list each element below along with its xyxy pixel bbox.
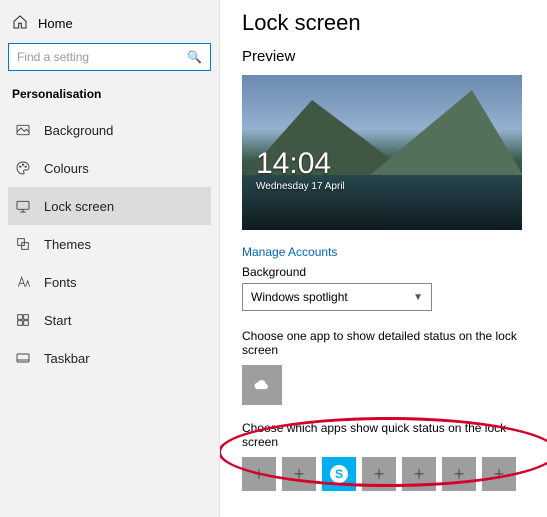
manage-accounts-link[interactable]: Manage Accounts	[242, 245, 337, 259]
quick-status-description: Choose which apps show quick status on t…	[242, 421, 529, 449]
main-panel: Lock screen Preview 14:04 Wednesday 17 A…	[220, 0, 547, 517]
themes-icon	[14, 235, 32, 253]
quick-status-slot-add[interactable]: +	[482, 457, 516, 491]
quick-status-slot-add[interactable]: +	[362, 457, 396, 491]
preview-heading: Preview	[242, 48, 529, 65]
plus-icon: +	[254, 464, 265, 485]
preview-date: Wednesday 17 April	[256, 181, 345, 192]
sidebar-item-taskbar[interactable]: Taskbar	[8, 339, 211, 377]
quick-status-slot-add[interactable]: +	[282, 457, 316, 491]
preview-clock: 14:04 Wednesday 17 April	[256, 147, 345, 192]
sidebar-item-label: Background	[44, 123, 113, 138]
taskbar-icon	[14, 349, 32, 367]
plus-icon: +	[374, 464, 385, 485]
quick-status-row: + + S + + + +	[242, 457, 529, 491]
quick-status-slot-skype[interactable]: S	[322, 457, 356, 491]
detailed-status-app-tile[interactable]	[242, 365, 282, 405]
page-title: Lock screen	[242, 10, 529, 36]
plus-icon: +	[294, 464, 305, 485]
quick-status-slot-add[interactable]: +	[242, 457, 276, 491]
chevron-down-icon: ▼	[413, 292, 423, 303]
search-input[interactable]	[17, 50, 187, 64]
start-icon	[14, 311, 32, 329]
sidebar-item-start[interactable]: Start	[8, 301, 211, 339]
section-title: Personalisation	[8, 83, 211, 111]
home-icon	[12, 14, 28, 33]
search-icon: 🔍	[187, 50, 202, 64]
background-field-label: Background	[242, 265, 529, 279]
detailed-status-description: Choose one app to show detailed status o…	[242, 329, 529, 357]
sidebar-item-lock-screen[interactable]: Lock screen	[8, 187, 211, 225]
quick-status-slot-add[interactable]: +	[442, 457, 476, 491]
skype-icon: S	[330, 465, 348, 483]
sidebar-item-background[interactable]: Background	[8, 111, 211, 149]
background-dropdown[interactable]: Windows spotlight ▼	[242, 283, 432, 311]
sidebar-item-label: Lock screen	[44, 199, 114, 214]
sidebar-item-label: Themes	[44, 237, 91, 252]
background-dropdown-value: Windows spotlight	[251, 290, 348, 304]
plus-icon: +	[494, 464, 505, 485]
plus-icon: +	[414, 464, 425, 485]
fonts-icon	[14, 273, 32, 291]
colours-icon	[14, 159, 32, 177]
sidebar-item-themes[interactable]: Themes	[8, 225, 211, 263]
settings-sidebar: Home 🔍 Personalisation Background Colour…	[0, 0, 220, 517]
sidebar-item-label: Fonts	[44, 275, 77, 290]
lock-screen-icon	[14, 197, 32, 215]
home-button[interactable]: Home	[8, 8, 211, 43]
preview-time: 14:04	[256, 147, 345, 181]
weather-icon	[252, 375, 272, 395]
quick-status-slot-add[interactable]: +	[402, 457, 436, 491]
sidebar-item-fonts[interactable]: Fonts	[8, 263, 211, 301]
plus-icon: +	[454, 464, 465, 485]
background-icon	[14, 121, 32, 139]
sidebar-item-label: Start	[44, 313, 71, 328]
sidebar-item-label: Colours	[44, 161, 89, 176]
sidebar-item-colours[interactable]: Colours	[8, 149, 211, 187]
search-input-wrapper[interactable]: 🔍	[8, 43, 211, 71]
sidebar-item-label: Taskbar	[44, 351, 90, 366]
lock-screen-preview: 14:04 Wednesday 17 April	[242, 75, 522, 230]
home-label: Home	[38, 16, 73, 31]
